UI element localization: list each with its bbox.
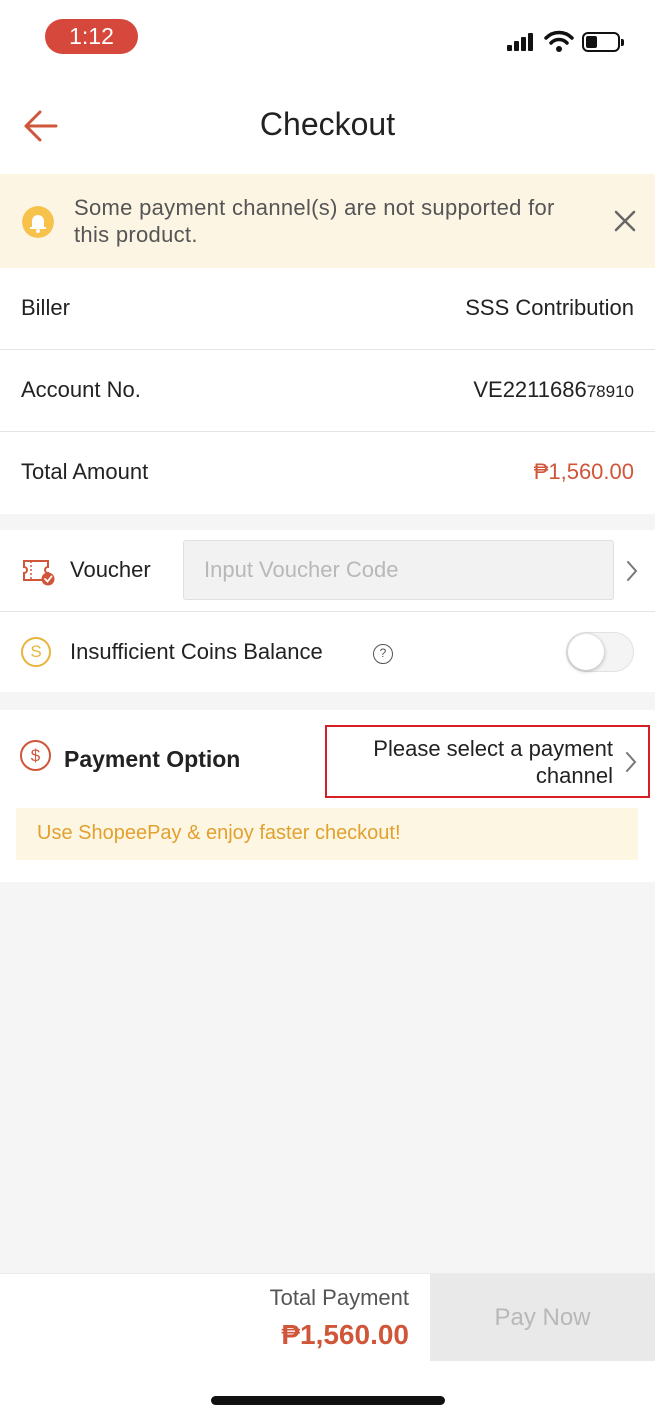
account-value: VE221168678910 bbox=[473, 377, 634, 403]
status-time: 1:12 bbox=[45, 19, 138, 54]
account-value-main: VE2211686 bbox=[473, 377, 587, 402]
bell-icon bbox=[22, 206, 54, 238]
total-amount-label: Total Amount bbox=[21, 459, 149, 484]
coin-icon: S bbox=[21, 637, 51, 667]
account-value-suffix: 78910 bbox=[586, 382, 634, 401]
dollar-coin-icon: $ bbox=[20, 740, 51, 771]
biller-value: SSS Contribution bbox=[465, 295, 634, 320]
checkout-footer: Total Payment ₱1,560.00 Pay Now bbox=[0, 1273, 655, 1362]
payment-option-label: Payment Option bbox=[64, 746, 241, 772]
cellular-signal-icon bbox=[507, 33, 535, 51]
help-question-icon[interactable]: ? bbox=[373, 644, 393, 664]
close-icon[interactable] bbox=[612, 208, 638, 234]
toggle-knob bbox=[568, 634, 604, 670]
chevron-right-icon[interactable] bbox=[625, 560, 639, 582]
payment-channel-prompt: Please select a payment channel bbox=[373, 736, 613, 788]
page-title: Checkout bbox=[259, 106, 396, 142]
pay-now-button[interactable]: Pay Now bbox=[430, 1274, 655, 1362]
battery-icon bbox=[582, 32, 624, 52]
home-indicator[interactable] bbox=[211, 1396, 445, 1405]
voucher-code-input[interactable] bbox=[183, 540, 614, 600]
account-label: Account No. bbox=[21, 377, 141, 402]
voucher-ticket-icon bbox=[23, 560, 55, 586]
total-payment-label: Total Payment bbox=[269, 1285, 409, 1310]
voucher-row[interactable]: Voucher bbox=[0, 530, 655, 612]
total-amount-row: Total Amount ₱1,560.00 bbox=[0, 432, 655, 514]
total-payment-value: ₱1,560.00 bbox=[281, 1319, 409, 1350]
account-row: Account No. VE221168678910 bbox=[0, 350, 655, 432]
coins-toggle[interactable] bbox=[566, 632, 634, 672]
status-bar: 1:12 bbox=[0, 0, 655, 80]
voucher-label: Voucher bbox=[70, 557, 151, 582]
shopeepay-promo-banner[interactable]: Use ShopeePay & enjoy faster checkout! bbox=[16, 808, 638, 860]
select-payment-channel-button[interactable]: Please select a payment channel bbox=[325, 725, 650, 798]
notice-text: Some payment channel(s) are not supporte… bbox=[74, 195, 555, 247]
home-indicator-area bbox=[0, 1361, 655, 1418]
coins-row: S Insufficient Coins Balance ? bbox=[0, 612, 655, 692]
chevron-right-icon bbox=[626, 752, 637, 772]
coins-balance-label: Insufficient Coins Balance bbox=[70, 639, 323, 664]
wifi-icon bbox=[544, 30, 574, 52]
payment-option-section: $ Payment Option Please select a payment… bbox=[0, 710, 655, 882]
app-header: Checkout bbox=[0, 80, 655, 174]
total-amount-value: ₱1,560.00 bbox=[533, 459, 634, 484]
shopeepay-promo-text: Use ShopeePay & enjoy faster checkout! bbox=[37, 822, 401, 844]
biller-row: Biller SSS Contribution bbox=[0, 268, 655, 350]
unsupported-channels-notice: Some payment channel(s) are not supporte… bbox=[0, 174, 655, 268]
biller-label: Biller bbox=[21, 295, 70, 320]
